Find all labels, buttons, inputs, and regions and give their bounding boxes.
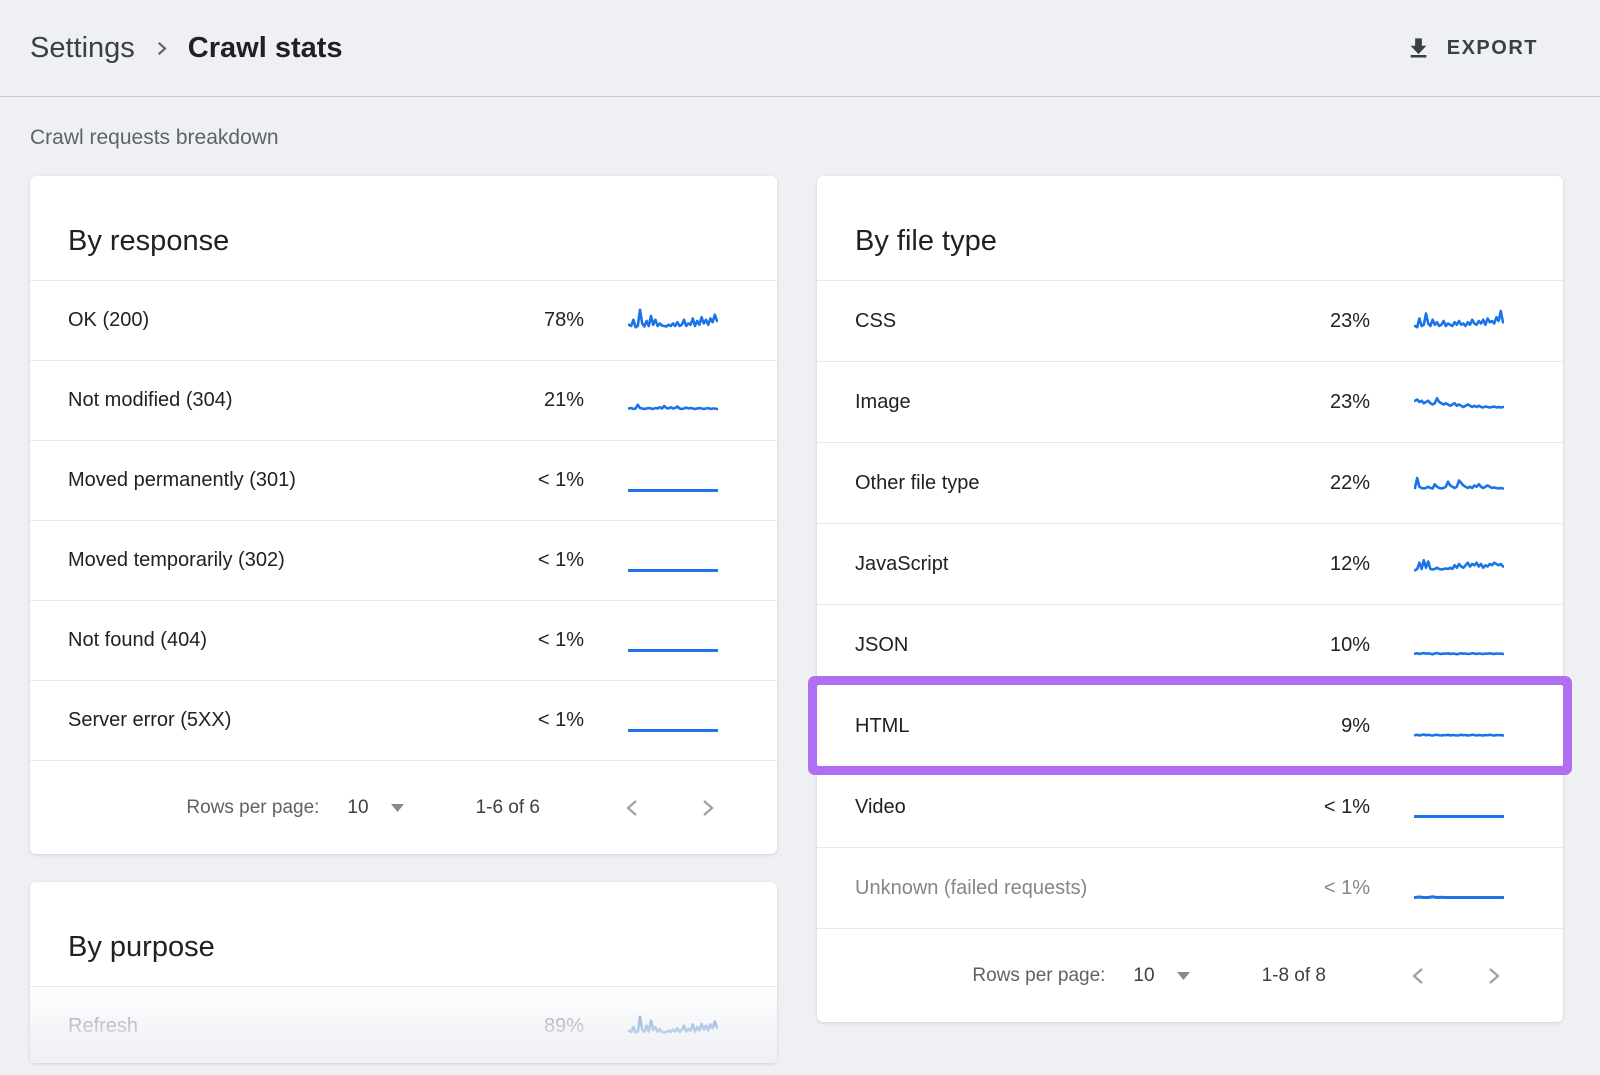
- row-value: < 1%: [1298, 796, 1370, 819]
- table-row[interactable]: JSON 10%: [817, 604, 1563, 685]
- sparkline-chart: [1414, 873, 1504, 903]
- rows-per-page-label: Rows per page:: [186, 797, 319, 819]
- prev-page-button[interactable]: [1404, 961, 1434, 991]
- card-title-block: By purpose: [30, 882, 777, 986]
- sparkline-chart: [1414, 468, 1504, 498]
- sparkline-chart: [628, 386, 718, 416]
- sparkline-chart: [628, 1012, 718, 1042]
- table-row[interactable]: Moved permanently (301) < 1%: [30, 440, 777, 520]
- row-label: Server error (5XX): [68, 709, 512, 732]
- row-value: < 1%: [512, 629, 584, 652]
- next-page-button[interactable]: [1478, 961, 1508, 991]
- export-button[interactable]: EXPORT: [1405, 35, 1538, 62]
- row-label: JavaScript: [855, 553, 1298, 576]
- row-label: Not modified (304): [68, 389, 512, 412]
- row-label: JSON: [855, 634, 1298, 657]
- rows-per-page-value: 10: [347, 797, 368, 819]
- row-value: 89%: [512, 1015, 584, 1038]
- row-label: Moved temporarily (302): [68, 549, 512, 572]
- sparkline-chart: [628, 546, 718, 576]
- pagination-by-response: Rows per page: 10 1-6 of 6: [30, 760, 777, 854]
- row-label: HTML: [855, 715, 1298, 738]
- card-by-purpose: By purpose Refresh 89%: [30, 882, 777, 1063]
- section-title: Crawl requests breakdown: [30, 126, 279, 150]
- table-row[interactable]: Unknown (failed requests) < 1%: [817, 847, 1563, 928]
- rows-per-page-select[interactable]: 10: [1133, 965, 1189, 987]
- row-label: Unknown (failed requests): [855, 877, 1298, 900]
- sparkline-chart: [1414, 792, 1504, 822]
- card-by-response: By response OK (200) 78% Not modified (3…: [30, 176, 777, 854]
- row-value: 23%: [1298, 391, 1370, 414]
- page-range: 1-8 of 8: [1262, 965, 1326, 987]
- prev-page-button[interactable]: [618, 793, 648, 823]
- chevron-left-icon: [621, 796, 645, 820]
- export-label: EXPORT: [1447, 37, 1538, 60]
- table-row[interactable]: Video < 1%: [817, 766, 1563, 847]
- rows-per-page-select[interactable]: 10: [347, 797, 403, 819]
- page-range: 1-6 of 6: [476, 797, 540, 819]
- breadcrumb-settings[interactable]: Settings: [30, 32, 135, 65]
- chevron-right-icon: [1481, 964, 1505, 988]
- table-row[interactable]: CSS 23%: [817, 280, 1563, 361]
- next-page-button[interactable]: [692, 793, 722, 823]
- row-value: 78%: [512, 309, 584, 332]
- sparkline-chart: [628, 626, 718, 656]
- row-label: Refresh: [68, 1015, 512, 1038]
- rows-per-page-value: 10: [1133, 965, 1154, 987]
- sparkline-chart: [628, 706, 718, 736]
- row-label: Other file type: [855, 472, 1298, 495]
- row-label: Video: [855, 796, 1298, 819]
- row-label: OK (200): [68, 309, 512, 332]
- dropdown-arrow-icon: [391, 804, 404, 812]
- download-icon: [1405, 35, 1432, 62]
- sparkline-chart: [1414, 306, 1504, 336]
- table-row[interactable]: Server error (5XX) < 1%: [30, 680, 777, 760]
- table-row[interactable]: Not modified (304) 21%: [30, 360, 777, 440]
- row-value: 21%: [512, 389, 584, 412]
- row-value: 22%: [1298, 472, 1370, 495]
- sparkline-chart: [1414, 630, 1504, 660]
- chevron-right-icon: [695, 796, 719, 820]
- sparkline-chart: [1414, 711, 1504, 741]
- card-title-by-purpose: By purpose: [68, 931, 215, 964]
- table-row[interactable]: Image 23%: [817, 361, 1563, 442]
- chevron-left-icon: [1407, 964, 1431, 988]
- card-by-file-type: By file type CSS 23% Image 23% Other fil…: [817, 176, 1563, 1022]
- row-value: < 1%: [512, 549, 584, 572]
- sparkline-chart: [1414, 549, 1504, 579]
- chevron-right-icon: [153, 40, 170, 57]
- rows-per-page-label: Rows per page:: [972, 965, 1105, 987]
- sparkline-chart: [628, 306, 718, 336]
- table-row[interactable]: Refresh 89%: [30, 986, 777, 1063]
- row-label: Image: [855, 391, 1298, 414]
- row-value: < 1%: [1298, 877, 1370, 900]
- row-value: 23%: [1298, 310, 1370, 333]
- card-title-by-response: By response: [68, 225, 229, 258]
- header: Settings Crawl stats EXPORT: [0, 0, 1600, 97]
- table-row[interactable]: HTML 9%: [817, 685, 1563, 766]
- row-value: < 1%: [512, 469, 584, 492]
- card-title-block: By file type: [817, 176, 1563, 280]
- row-value: < 1%: [512, 709, 584, 732]
- card-title-by-file-type: By file type: [855, 225, 997, 258]
- row-label: Moved permanently (301): [68, 469, 512, 492]
- row-value: 12%: [1298, 553, 1370, 576]
- card-title-block: By response: [30, 176, 777, 280]
- dropdown-arrow-icon: [1177, 972, 1190, 980]
- table-row[interactable]: Moved temporarily (302) < 1%: [30, 520, 777, 600]
- table-row[interactable]: Other file type 22%: [817, 442, 1563, 523]
- breadcrumb-current: Crawl stats: [188, 32, 343, 65]
- breadcrumb: Settings Crawl stats: [30, 32, 343, 65]
- row-label: CSS: [855, 310, 1298, 333]
- sparkline-chart: [628, 466, 718, 496]
- row-value: 9%: [1298, 715, 1370, 738]
- table-row[interactable]: Not found (404) < 1%: [30, 600, 777, 680]
- row-value: 10%: [1298, 634, 1370, 657]
- table-row[interactable]: JavaScript 12%: [817, 523, 1563, 604]
- sparkline-chart: [1414, 387, 1504, 417]
- table-row[interactable]: OK (200) 78%: [30, 280, 777, 360]
- row-label: Not found (404): [68, 629, 512, 652]
- pagination-by-file-type: Rows per page: 10 1-8 of 8: [817, 928, 1563, 1022]
